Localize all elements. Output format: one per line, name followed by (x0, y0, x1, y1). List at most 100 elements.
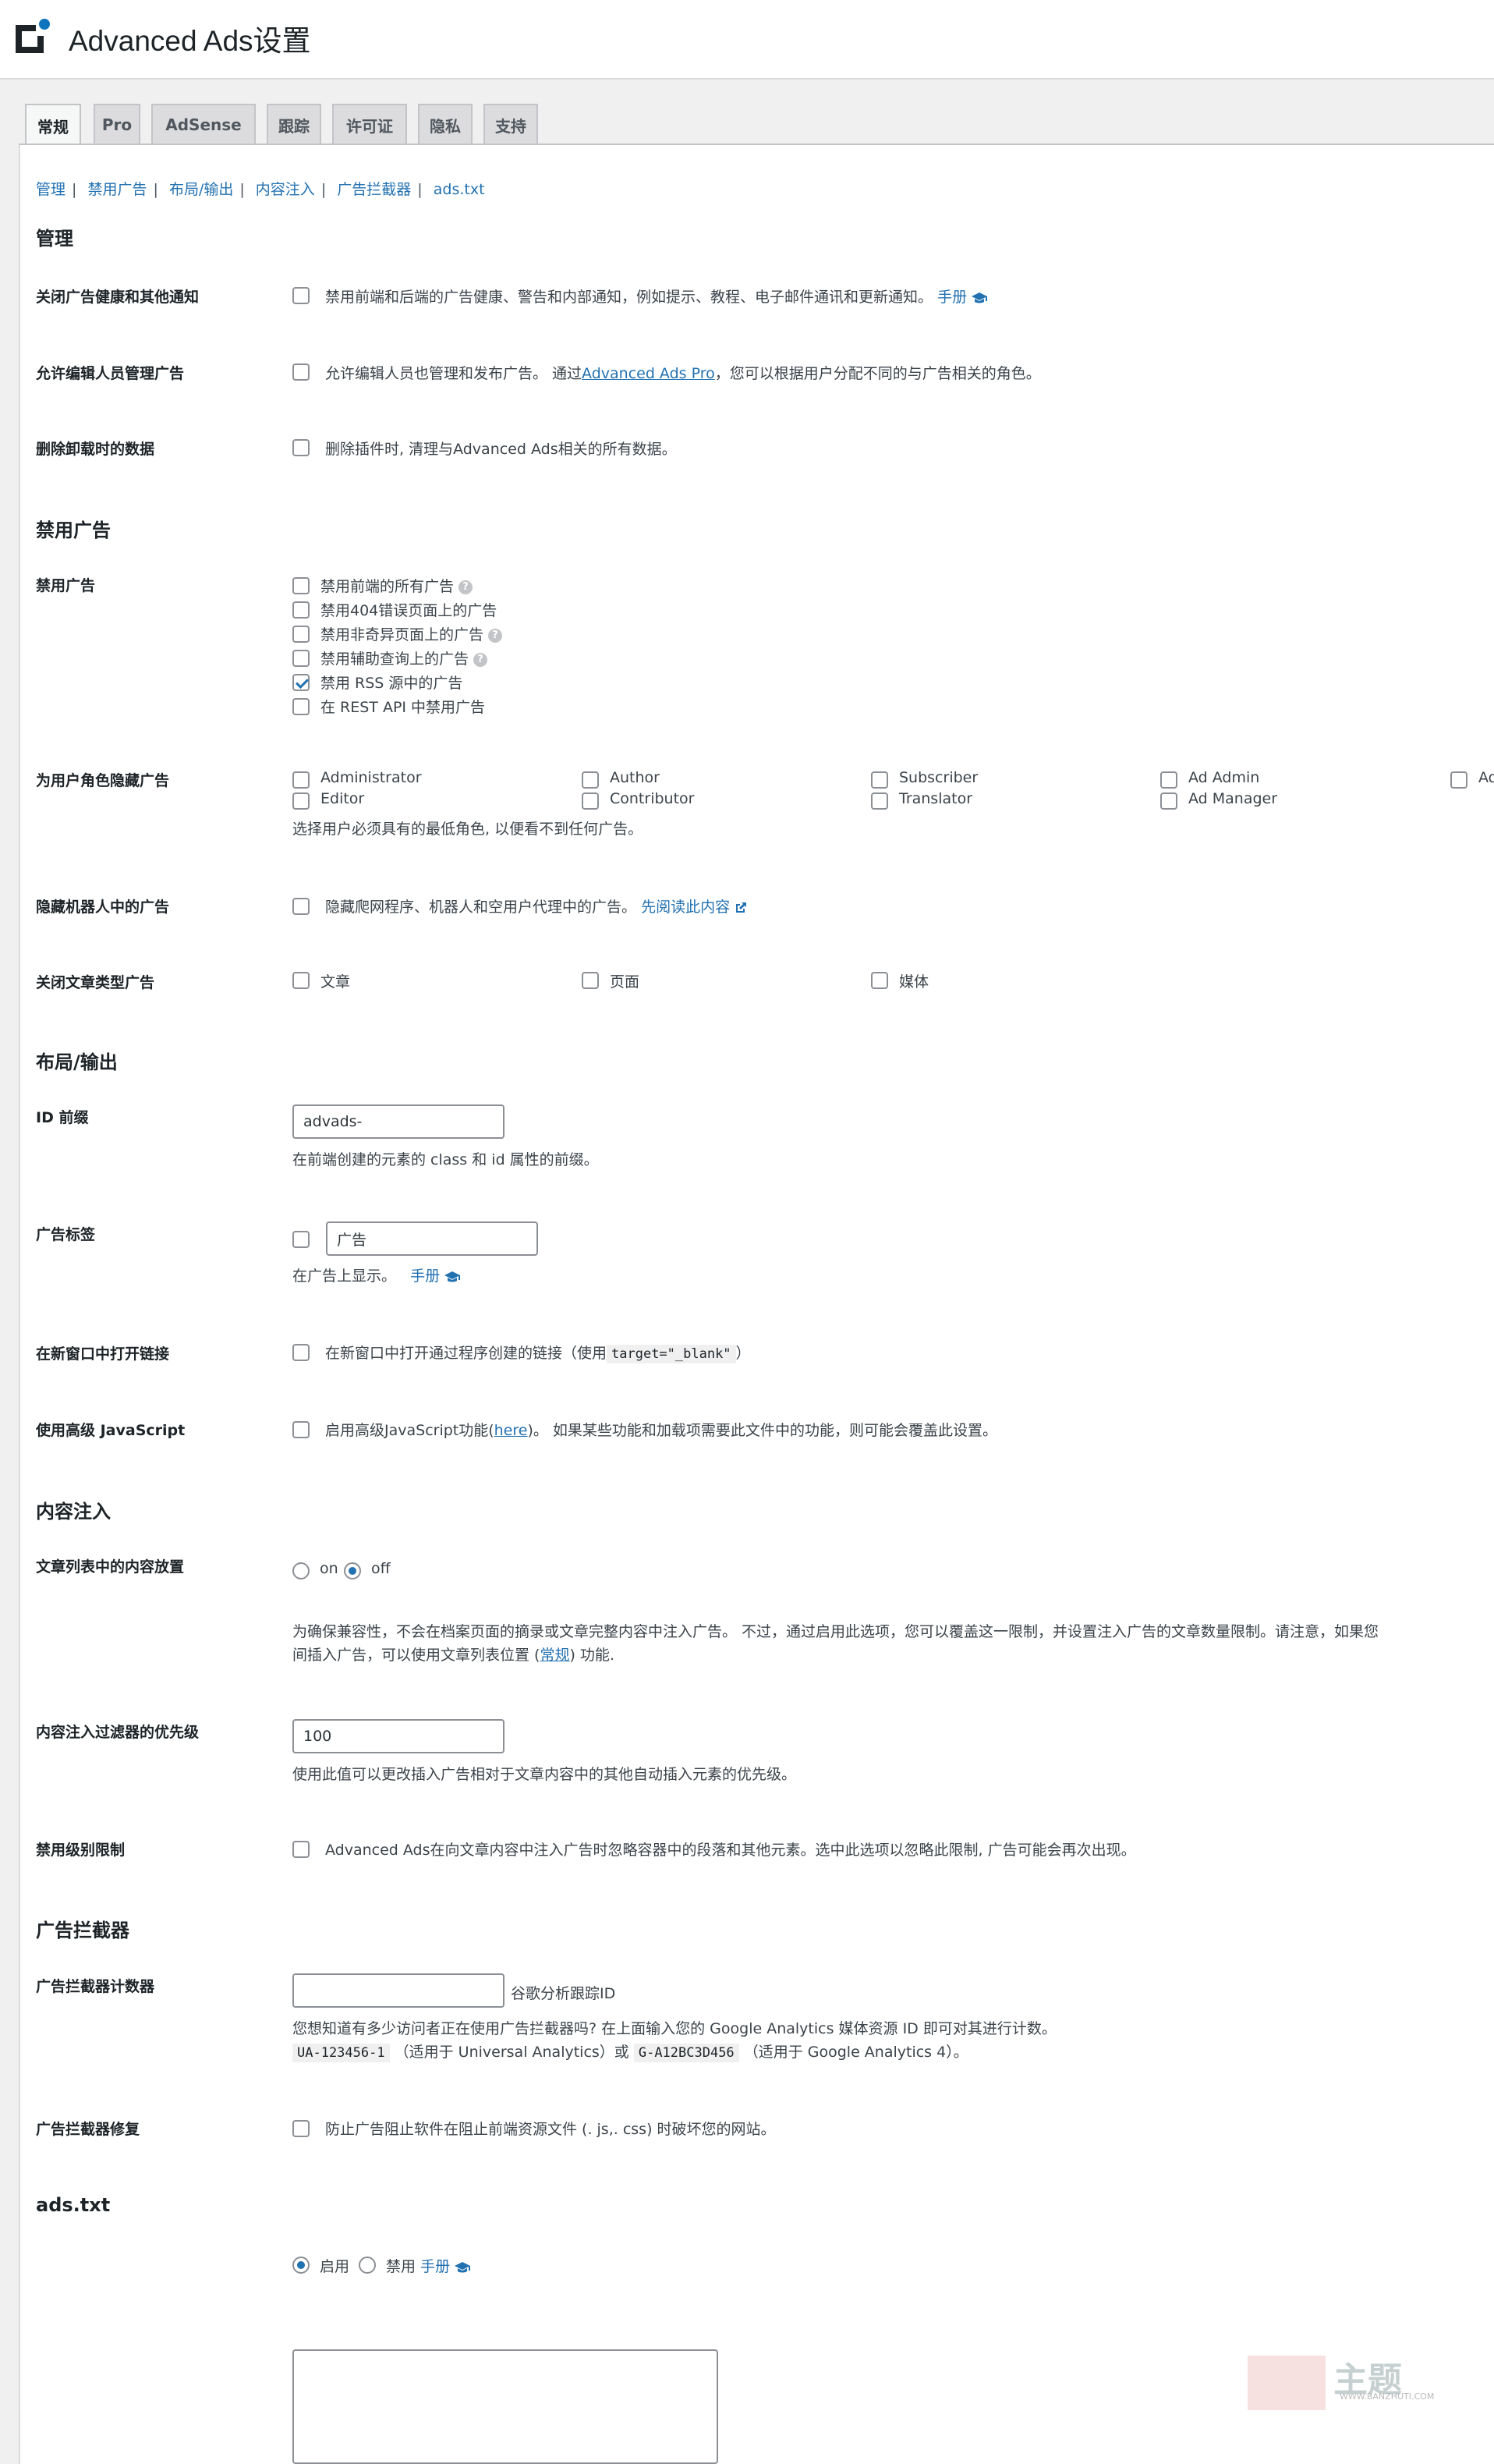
ad-label-input[interactable]: 广告 (326, 1221, 538, 1256)
role-checkbox-author[interactable] (582, 771, 599, 789)
notices-checkbox[interactable] (292, 287, 310, 304)
subnav-disable-ads[interactable]: 禁用广告 (87, 181, 147, 198)
role-checkbox-translator[interactable] (871, 792, 888, 810)
advanced-ads-pro-link[interactable]: Advanced Ads Pro (582, 365, 715, 382)
role-checkbox-ad-admin[interactable] (1160, 771, 1177, 789)
tab-adsense[interactable]: AdSense (151, 104, 256, 144)
uninstall-checkbox[interactable] (292, 439, 310, 456)
tab-support[interactable]: 支持 (483, 104, 538, 144)
tab-license[interactable]: 许可证 (332, 104, 407, 144)
role-label: Editor (320, 790, 365, 807)
posttype-checkbox-media[interactable] (871, 972, 888, 989)
posttype-label: 页面 (610, 973, 640, 991)
bots-read-first-link[interactable]: 先阅读此内容 (641, 899, 730, 916)
adstxt-textarea[interactable] (292, 2349, 718, 2464)
subnav-admin[interactable]: 管理 (36, 181, 65, 198)
adstxt-enable-label: 启用 (320, 2258, 350, 2275)
new-window-text: 在新窗口中打开通过程序创建的链接（使用 target="_blank"） (325, 1345, 751, 1363)
new-window-label: 在新窗口中打开链接 (36, 1345, 170, 1363)
level-limit-text: Advanced Ads在向文章内容中注入广告时忽略容器中的段落和其他元素。选中… (325, 1842, 1136, 1859)
uninstall-text: 删除插件时, 清理与Advanced Ads相关的所有数据。 (325, 441, 677, 458)
subnav-injection[interactable]: 内容注入 (256, 181, 315, 198)
target-blank-code: target="_blank" (607, 1345, 736, 1363)
notices-manual-link[interactable]: 手册 (937, 289, 967, 306)
level-limit-label: 禁用级别限制 (36, 1842, 126, 1859)
adblock-fix-checkbox[interactable] (292, 2120, 310, 2137)
posttype-checkbox-page[interactable] (582, 972, 599, 989)
section-heading-adstxt: ads.txt (36, 2194, 111, 2216)
disable-all-checkbox[interactable] (292, 577, 310, 594)
role-checkbox-contributor[interactable] (582, 792, 599, 810)
bots-checkbox[interactable] (292, 898, 310, 915)
editors-checkbox[interactable] (292, 363, 310, 381)
subnav-layout[interactable]: 布局/输出 (169, 181, 233, 198)
ad-label-manual-link[interactable]: 手册 (410, 1267, 440, 1285)
archive-off-radio[interactable] (344, 1562, 361, 1579)
disable-archive-checkbox[interactable] (292, 626, 310, 643)
help-icon[interactable]: ? (473, 652, 488, 667)
adstxt-disable-radio[interactable] (359, 2257, 376, 2274)
ga-tracking-id-input[interactable] (292, 1973, 504, 2008)
role-label: Ad Manager (1188, 790, 1278, 807)
role-checkbox-editor[interactable] (292, 792, 310, 810)
subnav-adblocker[interactable]: 广告拦截器 (337, 181, 411, 198)
role-label: Contributor (610, 790, 695, 807)
section-subnav: 管理 | 禁用广告 | 布局/输出 | 内容注入 | 广告拦截器 | ads.txt (36, 181, 485, 198)
id-prefix-description: 在前端创建的元素的 class 和 id 属性的前缀。 (292, 1151, 599, 1168)
role-checkbox-subscriber[interactable] (871, 771, 888, 789)
tab-tracking[interactable]: 跟踪 (267, 104, 321, 144)
settings-panel (19, 145, 1494, 2464)
help-icon[interactable]: ? (458, 580, 473, 594)
tab-general[interactable]: 常规 (25, 104, 81, 146)
help-icon[interactable]: ? (488, 628, 503, 643)
id-prefix-input[interactable]: advads- (292, 1104, 504, 1139)
advanced-ads-logo-icon (16, 19, 50, 53)
tab-pro[interactable]: Pro (94, 104, 140, 144)
editors-text: 允许编辑人员也管理和发布广告。 通过Advanced Ads Pro，您可以根据… (325, 365, 1041, 382)
role-label: Translator (899, 790, 973, 807)
adblock-fix-label: 广告拦截器修复 (36, 2121, 140, 2138)
disable-rest-checkbox[interactable] (292, 698, 310, 715)
watermark-url: WWW.BANZHUTI.COM (1340, 2391, 1435, 2402)
priority-label: 内容注入过滤器的优先级 (36, 1724, 200, 1741)
page-header: Advanced Ads设置 (0, 0, 1494, 80)
archive-on-radio[interactable] (292, 1562, 310, 1579)
ad-label-label: 广告标签 (36, 1226, 96, 1243)
role-checkbox-ad-manager[interactable] (1160, 792, 1177, 810)
disable-secondary-checkbox[interactable] (292, 650, 310, 667)
adblock-counter-label: 广告拦截器计数器 (36, 1978, 155, 1995)
editors-label: 允许编辑人员管理广告 (36, 365, 185, 382)
archive-on-label: on (320, 1560, 338, 1577)
role-checkbox-ad-user[interactable] (1450, 771, 1467, 789)
page-title: Advanced Ads设置 (69, 25, 311, 57)
advanced-js-here-link[interactable]: here (494, 1422, 528, 1439)
general-placement-link[interactable]: 常规 (540, 1647, 569, 1664)
section-heading-adblocker: 广告拦截器 (36, 1920, 129, 1941)
role-checkbox-administrator[interactable] (292, 771, 310, 789)
bots-label: 隐藏机器人中的广告 (36, 899, 170, 916)
graduation-cap-icon (455, 2261, 471, 2272)
bots-text: 隐藏爬网程序、机器人和空用户代理中的广告。 先阅读此内容 (325, 895, 747, 916)
adstxt-disable-label: 禁用 手册 (386, 2255, 471, 2276)
ad-label-checkbox[interactable] (292, 1231, 310, 1248)
notices-text: 禁用前端和后端的广告健康、警告和内部通知，例如提示、教程、电子邮件通讯和更新通知… (325, 285, 988, 307)
role-label: Administrator (320, 769, 422, 786)
disable-rss-checkbox[interactable] (292, 674, 310, 691)
external-link-icon (736, 902, 747, 913)
tab-privacy[interactable]: 隐私 (418, 104, 473, 144)
disable-rest-text: 在 REST API 中禁用广告 (320, 699, 486, 716)
priority-input[interactable]: 100 (292, 1719, 504, 1753)
new-window-checkbox[interactable] (292, 1344, 310, 1361)
posttype-checkbox-post[interactable] (292, 972, 310, 989)
posttype-label: 媒体 (899, 973, 929, 991)
adstxt-manual-link[interactable]: 手册 (420, 2258, 450, 2275)
section-heading-disable: 禁用广告 (36, 519, 111, 541)
disable-404-checkbox[interactable] (292, 601, 310, 619)
subnav-adstxt[interactable]: ads.txt (434, 181, 485, 198)
archive-off-label: off (371, 1560, 391, 1577)
advanced-js-checkbox[interactable] (292, 1421, 310, 1438)
adstxt-enable-radio[interactable] (292, 2257, 310, 2274)
ga-tracking-id-suffix: 谷歌分析跟踪ID (511, 1985, 616, 2002)
posttype-label: 文章 (320, 973, 351, 991)
level-limit-checkbox[interactable] (292, 1841, 310, 1858)
